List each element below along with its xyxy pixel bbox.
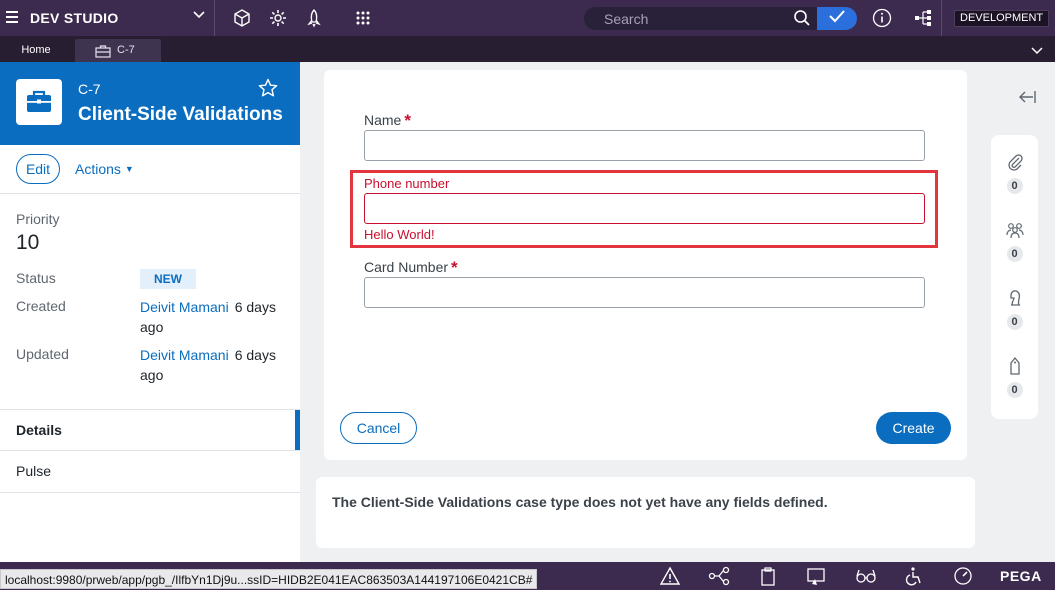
info-icon[interactable] [871, 7, 893, 29]
updated-label: Updated [16, 346, 69, 362]
tag-icon [991, 356, 1038, 376]
glasses-icon[interactable] [855, 566, 876, 586]
tab-bar: Home C-7 [0, 36, 1055, 62]
case-id: C-7 [78, 81, 101, 97]
status-label: Status [16, 270, 56, 286]
pega-logo: PEGA [1000, 568, 1042, 584]
live-ui-icon[interactable] [806, 566, 826, 586]
stakeholders-widget[interactable]: 0 [991, 288, 1038, 330]
environment-badge: DEVELOPMENT [954, 10, 1050, 27]
updated-value: Deivit Mamani 6 days ago [140, 345, 290, 385]
info-message: The Client-Side Validations case type do… [332, 494, 828, 510]
star-icon[interactable] [258, 78, 278, 103]
clipboard-icon[interactable] [758, 566, 778, 586]
nav-pulse-label: Pulse [16, 463, 52, 479]
required-marker: * [451, 258, 458, 277]
created-by-link[interactable]: Deivit Mamani [140, 299, 229, 315]
apps-grid-icon[interactable] [352, 7, 374, 29]
stakeholders-count: 0 [1006, 314, 1023, 330]
utility-bar: 0 0 0 0 [991, 135, 1038, 419]
case-summary-panel: C-7 Client-Side Validations Edit Actions… [0, 62, 300, 562]
phone-number-field[interactable] [364, 193, 925, 224]
cube-icon[interactable] [231, 7, 253, 29]
case-title: Client-Side Validations [78, 104, 283, 125]
phone-number-label: Phone number [364, 176, 450, 191]
tags-count: 0 [1006, 382, 1023, 398]
nav-pulse[interactable]: Pulse [0, 451, 300, 492]
gear-icon[interactable] [267, 7, 289, 29]
search-icon[interactable] [793, 9, 811, 32]
menu-icon[interactable] [6, 11, 18, 26]
created-value: Deivit Mamani 6 days ago [140, 297, 290, 337]
priority-label: Priority [16, 211, 60, 227]
followers-count: 0 [1006, 246, 1023, 262]
bottom-status-bar: localhost:9980/prweb/app/pgb_/IlfbYn1Dj9… [0, 562, 1055, 590]
tab-home[interactable]: Home [0, 39, 72, 62]
priority-value: 10 [16, 231, 40, 254]
rocket-icon[interactable] [303, 7, 325, 29]
performance-icon[interactable] [953, 566, 973, 586]
nav-details-label: Details [16, 422, 62, 438]
phone-error-message: Hello World! [364, 227, 435, 242]
nav-details[interactable]: Details [0, 410, 300, 451]
required-marker: * [404, 111, 411, 130]
search-input[interactable] [604, 9, 784, 28]
tab-c7[interactable]: C-7 [75, 39, 161, 62]
card-number-label: Card Number * [364, 258, 458, 277]
edit-button[interactable]: Edit [16, 154, 60, 184]
attachments-count: 0 [1006, 178, 1023, 194]
paperclip-icon [991, 152, 1038, 172]
accessibility-icon[interactable] [904, 566, 924, 586]
card-number-field[interactable] [364, 277, 925, 308]
warning-icon[interactable] [659, 566, 681, 586]
case-header: C-7 Client-Side Validations [0, 62, 300, 145]
create-form-card: Name * Phone number Hello World! Card Num… [324, 70, 967, 460]
status-url: localhost:9980/prweb/app/pgb_/IlfbYn1Dj9… [0, 569, 538, 589]
search-submit-button[interactable] [817, 7, 857, 30]
actions-label: Actions [75, 161, 121, 177]
status-badge: NEW [140, 269, 196, 289]
studio-label[interactable]: DEV STUDIO [30, 10, 119, 26]
caret-down-icon: ▼ [124, 164, 134, 174]
chess-knight-icon [991, 288, 1038, 308]
followers-icon [991, 220, 1038, 240]
briefcase-icon [16, 79, 62, 125]
tabs-menu-chevron-icon[interactable] [1031, 42, 1043, 60]
updated-by-link[interactable]: Deivit Mamani [140, 347, 229, 363]
collapse-panel-icon[interactable] [1017, 89, 1037, 110]
top-bar: DEV STUDIO DEVELOPMENT [0, 0, 1055, 36]
attachments-widget[interactable]: 0 [991, 152, 1038, 194]
info-card: The Client-Side Validations case type do… [316, 477, 975, 548]
name-field[interactable] [364, 130, 925, 161]
check-icon [829, 9, 845, 28]
actions-menu[interactable]: Actions ▼ [75, 161, 134, 177]
created-label: Created [16, 298, 66, 314]
chevron-down-icon[interactable] [192, 8, 206, 25]
tab-c7-label: C-7 [117, 44, 135, 56]
hierarchy-icon[interactable] [912, 7, 934, 29]
tags-widget[interactable]: 0 [991, 356, 1038, 398]
name-label: Name * [364, 111, 411, 130]
search-box [584, 7, 817, 30]
cancel-button[interactable]: Cancel [340, 412, 417, 444]
create-button[interactable]: Create [876, 412, 951, 444]
followers-widget[interactable]: 0 [991, 220, 1038, 262]
tracer-icon[interactable] [708, 566, 730, 586]
